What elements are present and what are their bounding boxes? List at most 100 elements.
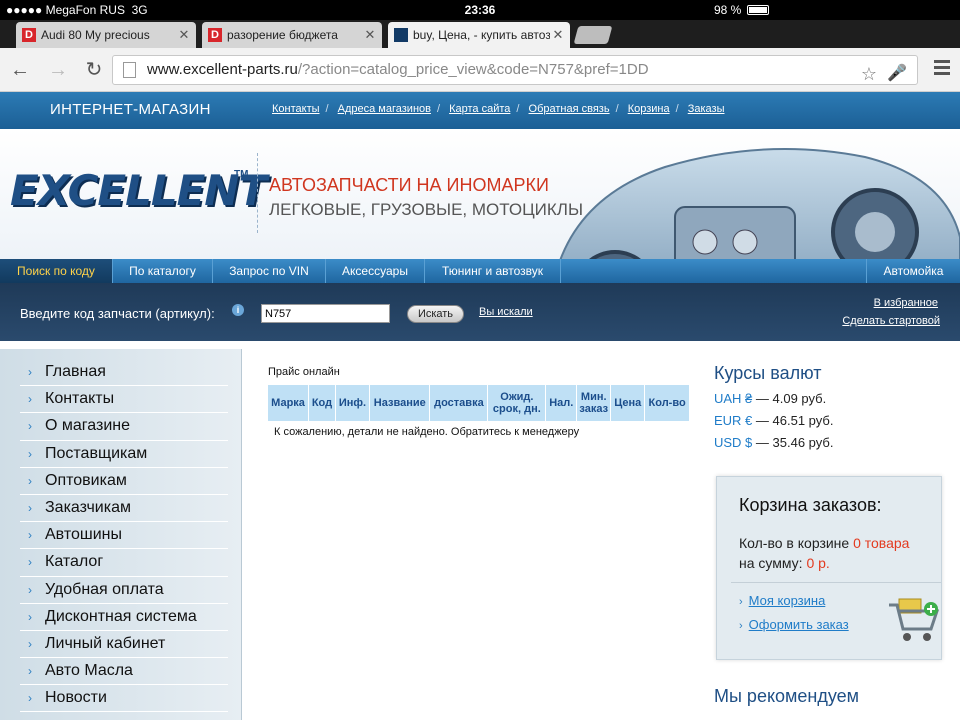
sidebar-item-customers[interactable]: › Заказчикам — [20, 495, 228, 523]
tab-title: buy, Цена, - купить автоз — [413, 28, 550, 42]
part-code-input[interactable] — [261, 304, 390, 323]
reload-icon[interactable]: ↻ — [82, 58, 106, 82]
sidebar-item-account[interactable]: › Личный кабинет — [20, 631, 228, 659]
divider — [257, 153, 258, 233]
link-contacts[interactable]: Контакты — [272, 103, 320, 115]
tab-by-catalog[interactable]: По каталогу — [113, 259, 213, 283]
sidebar-item-payment[interactable]: › Удобная оплата — [20, 577, 228, 604]
sidebar-item-suppliers[interactable]: › Поставщикам — [20, 441, 228, 468]
set-homepage-link[interactable]: Сделать стартовой — [842, 315, 940, 327]
rate-value: — 46.51 руб. — [752, 413, 834, 428]
add-favorites-link[interactable]: В избранное — [874, 297, 938, 309]
tab-code-search[interactable]: Поиск по коду — [0, 259, 113, 283]
link-cart[interactable]: Корзина — [628, 103, 670, 115]
column-header[interactable]: Название — [369, 385, 431, 421]
new-tab-button[interactable] — [573, 26, 613, 44]
my-cart-link[interactable]: › Моя корзина — [739, 593, 825, 608]
back-arrow-icon[interactable]: ← — [8, 58, 32, 82]
search-button[interactable]: Искать — [407, 305, 464, 323]
column-header[interactable]: Кол-во — [644, 385, 690, 421]
menu-icon[interactable] — [934, 60, 950, 76]
shopping-cart-icon — [889, 598, 940, 641]
sidebar-item-about[interactable]: › О магазине — [20, 413, 228, 441]
chevron-right-icon: › — [28, 636, 32, 651]
close-icon[interactable]: ✕ — [176, 27, 192, 43]
sidebar-item-news[interactable]: › Новости — [20, 685, 228, 713]
tab-title: разорение бюджета — [227, 28, 338, 42]
column-header[interactable]: Цена — [610, 385, 646, 421]
sidebar-item-label: Личный кабинет — [45, 634, 166, 652]
shop-label: ИНТЕРНЕТ-МАГАЗИН — [50, 101, 211, 118]
sidebar-item-label: Каталог — [45, 553, 104, 571]
tagline-primary: АВТОЗАПЧАСТИ НА ИНОМАРКИ — [269, 175, 549, 195]
sidebar-item-tires[interactable]: › Автошины — [20, 522, 228, 550]
right-column: Курсы валют UAH ₴ — 4.09 руб. EUR € — 46… — [714, 363, 960, 660]
rate-row: USD $ — 35.46 руб. — [714, 435, 960, 450]
sidebar-item-discounts[interactable]: › Дисконтная система — [20, 604, 228, 631]
bookmark-star-icon[interactable]: ☆ — [861, 60, 877, 84]
chevron-right-icon: › — [28, 473, 32, 488]
cart-sum: на сумму: 0 р. — [739, 555, 830, 571]
cart-count-value: 0 товара — [853, 535, 910, 551]
column-header[interactable]: доставка — [429, 385, 489, 421]
column-header[interactable]: Марка — [268, 385, 310, 421]
rate-row: UAH ₴ — 4.09 руб. — [714, 391, 960, 406]
currency-code: USD $ — [714, 435, 753, 450]
sidebar-item-label: Автошины — [45, 526, 122, 544]
tab-tuning[interactable]: Тюнинг и автозвук — [425, 259, 561, 283]
search-history-link[interactable]: Вы искали — [479, 306, 533, 318]
sidebar-item-label: О магазине — [45, 417, 130, 435]
site-logo[interactable]: EXCELLENT — [10, 166, 267, 215]
page-icon — [123, 62, 136, 78]
address-bar[interactable]: www.excellent-parts.ru/?action=catalog_p… — [112, 55, 918, 85]
sidebar-item-oils[interactable]: › Авто Масла — [20, 658, 228, 686]
sidebar-item-catalog[interactable]: › Каталог — [20, 549, 228, 577]
chevron-right-icon: › — [28, 664, 32, 679]
cart-count: Кол-во в корзине 0 товара — [739, 535, 909, 551]
chevron-right-icon: › — [28, 446, 32, 461]
forward-arrow-icon[interactable]: → — [46, 58, 70, 82]
column-header[interactable]: Ожид. срок, дн. — [487, 385, 547, 421]
tab-excellent[interactable]: buy, Цена, - купить автоз ✕ — [388, 22, 570, 48]
cart-sum-label: на сумму: — [739, 555, 807, 571]
trademark: TM — [234, 169, 249, 180]
column-header[interactable]: Инф. — [335, 385, 371, 421]
part-search-bar: Введите код запчасти (артикул): i Искать… — [0, 283, 960, 341]
checkout-link[interactable]: › Оформить заказ — [739, 617, 849, 632]
column-header[interactable]: Код — [308, 385, 336, 421]
chevron-right-icon: › — [739, 596, 743, 608]
close-icon[interactable]: ✕ — [362, 27, 378, 43]
tab-budget[interactable]: D разорение бюджета ✕ — [202, 22, 382, 48]
microphone-icon[interactable]: 🎤 — [887, 60, 907, 84]
tab-car-wash[interactable]: Автомойка — [866, 259, 960, 283]
chevron-right-icon: › — [28, 691, 32, 706]
close-icon[interactable]: ✕ — [550, 27, 566, 43]
cart-count-label: Кол-во в корзине — [739, 535, 854, 551]
currency-code: EUR € — [714, 413, 753, 428]
url-path: /?action=catalog_price_view&code=N757&pr… — [297, 61, 649, 78]
price-section: Прайс онлайн Марка Код Инф. Название дос… — [268, 366, 690, 443]
tab-accessories[interactable]: Аксессуары — [326, 259, 425, 283]
link-orders[interactable]: Заказы — [688, 103, 725, 115]
sidebar-item-label: Удобная оплата — [45, 580, 164, 598]
chevron-right-icon: › — [28, 392, 32, 407]
tab-vin-request[interactable]: Запрос по VIN — [213, 259, 326, 283]
info-icon[interactable]: i — [232, 304, 244, 316]
sidebar-item-wholesale[interactable]: › Оптовикам — [20, 468, 228, 495]
sidebar-item-home[interactable]: › Главная — [20, 359, 228, 387]
link-sitemap[interactable]: Карта сайта — [449, 103, 510, 115]
web-page: ИНТЕРНЕТ-МАГАЗИН Контакты / Адреса магази… — [0, 92, 960, 720]
sidebar-item-label: Главная — [45, 363, 106, 381]
link-feedback[interactable]: Обратная связь — [529, 103, 610, 115]
sidebar-item-label: Оптовикам — [45, 471, 127, 489]
tab-audi[interactable]: D Audi 80 My precious ✕ — [16, 22, 196, 48]
top-navigation: ИНТЕРНЕТ-МАГАЗИН Контакты / Адреса магази… — [0, 92, 960, 129]
rate-row: EUR € — 46.51 руб. — [714, 413, 960, 428]
table-header-row: Марка Код Инф. Название доставка Ожид. с… — [268, 385, 690, 421]
column-header[interactable]: Нал. — [545, 385, 578, 421]
link-store-addresses[interactable]: Адреса магазинов — [338, 103, 431, 115]
battery-percent: 98 % — [714, 3, 742, 17]
site-favicon-icon — [394, 28, 408, 42]
sidebar-item-contacts[interactable]: › Контакты — [20, 386, 228, 414]
column-header[interactable]: Мин. заказ — [576, 385, 612, 421]
